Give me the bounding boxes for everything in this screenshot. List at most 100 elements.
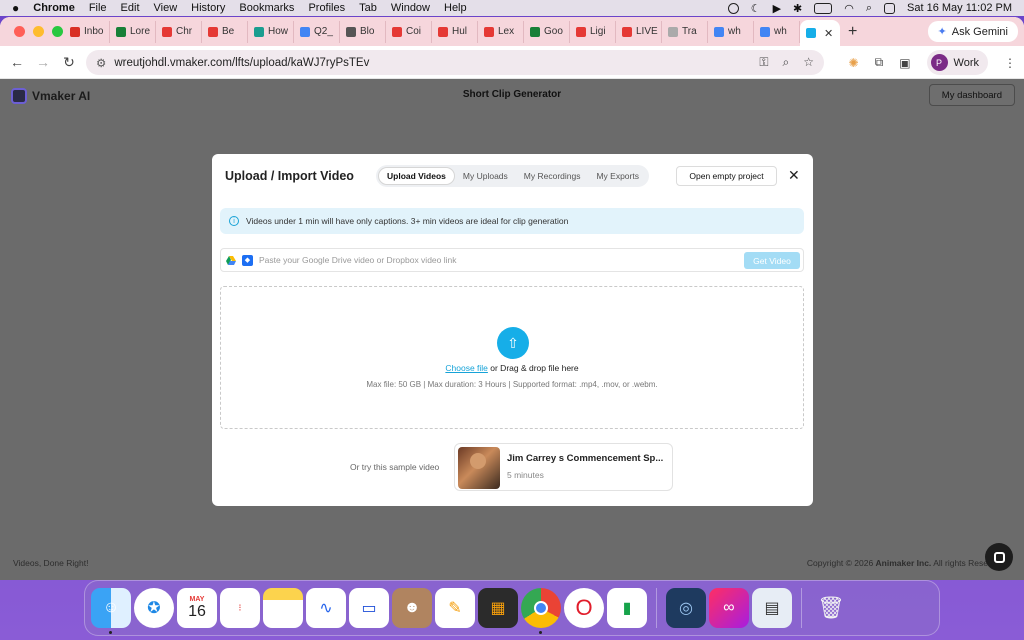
menu-window[interactable]: Window xyxy=(391,2,430,14)
tab-item[interactable]: How xyxy=(248,20,294,43)
reminders-app-icon[interactable]: ⁝ xyxy=(220,588,260,628)
tab-item[interactable]: Q2_ xyxy=(294,20,340,43)
quicktime-app-icon[interactable]: ◎ xyxy=(666,588,706,628)
tab-my-exports[interactable]: My Exports xyxy=(588,167,647,185)
menubar-clock[interactable]: Sat 16 May 11:02 PM xyxy=(907,2,1012,14)
tab-item[interactable]: Inbo xyxy=(64,20,110,43)
tab-favicon-icon xyxy=(576,26,586,37)
tab-list: Inbo Lore Chr Be How Q2_ Blo Coi Hul Lex Goo Ligi LI… xyxy=(64,20,800,43)
tab-my-uploads[interactable]: My Uploads xyxy=(455,167,516,185)
minimize-window-button[interactable] xyxy=(33,26,44,37)
safari-app-icon[interactable]: ✪ xyxy=(134,588,174,628)
zoom-window-button[interactable] xyxy=(52,26,63,37)
choose-file-link[interactable]: Choose file xyxy=(445,363,488,373)
apple-icon[interactable]: ● xyxy=(12,1,19,15)
tab-label: Q2_ xyxy=(314,26,333,37)
open-empty-project-button[interactable]: Open empty project xyxy=(676,166,777,186)
menubar-app-name[interactable]: Chrome xyxy=(33,2,75,14)
tab-item[interactable]: Hul xyxy=(432,20,478,43)
tab-item[interactable]: LIVE xyxy=(616,20,662,43)
moon-icon[interactable]: ☾ xyxy=(751,2,761,15)
control-center-icon[interactable] xyxy=(884,2,896,14)
freeform-app-icon[interactable]: ∿ xyxy=(306,588,346,628)
info-text: Videos under 1 min will have only captio… xyxy=(246,216,569,226)
tab-item[interactable]: Chr xyxy=(156,20,202,43)
tab-item[interactable]: wh xyxy=(754,20,800,43)
search-icon[interactable]: ⌕ xyxy=(866,2,872,15)
menu-help[interactable]: Help xyxy=(444,2,467,14)
tab-item[interactable]: Goo xyxy=(524,20,570,43)
play-icon[interactable]: ▶ xyxy=(773,2,781,15)
sample-video-card[interactable]: Jim Carrey s Commencement Sp... 5 minute… xyxy=(454,443,673,491)
finder-app-icon[interactable]: ☺ xyxy=(91,588,131,634)
tab-label: Be xyxy=(222,26,235,37)
tab-label: How xyxy=(268,26,289,37)
numbers-app-icon[interactable]: ▮ xyxy=(607,588,647,628)
preview-app-icon[interactable]: ▤ xyxy=(752,588,792,628)
chat-support-button[interactable] xyxy=(985,543,1013,571)
tab-item[interactable]: Ligi xyxy=(570,20,616,43)
address-bar[interactable]: ⚙ wreutjohdl.vmaker.com/lfts/upload/kaWJ… xyxy=(86,50,824,75)
tab-item[interactable]: Coi xyxy=(386,20,432,43)
new-tab-button[interactable]: + xyxy=(848,23,857,41)
back-icon[interactable]: ← xyxy=(4,54,30,70)
tab-search-icon[interactable]: ▣ xyxy=(899,56,910,70)
pages-app-icon[interactable]: ✎ xyxy=(435,588,475,628)
url-text[interactable]: wreutjohdl.vmaker.com/lfts/upload/kaWJ7r… xyxy=(114,57,369,69)
calendar-app-icon[interactable]: MAY 16 xyxy=(177,588,217,628)
tab-item[interactable]: wh xyxy=(708,20,754,43)
sample-title: Jim Carrey s Commencement Sp... xyxy=(507,453,664,464)
creative-cloud-app-icon[interactable]: ∞ xyxy=(709,588,749,628)
menu-kebab-icon[interactable]: ⋮ xyxy=(1004,56,1016,70)
get-video-button[interactable]: Get Video xyxy=(744,252,800,269)
profile-button[interactable]: P Work xyxy=(926,50,988,75)
zoom-icon[interactable]: ⌕ xyxy=(783,55,790,70)
close-window-button[interactable] xyxy=(14,26,25,37)
menu-profiles[interactable]: Profiles xyxy=(308,2,345,14)
extensions-puzzle-icon[interactable]: ⧉ xyxy=(875,55,884,70)
trash-icon[interactable]: 🗑 xyxy=(811,588,851,628)
menu-history[interactable]: History xyxy=(191,2,225,14)
bluetooth-icon[interactable]: ✱ xyxy=(793,2,802,15)
notes-app-icon[interactable] xyxy=(263,588,303,628)
bookmark-star-icon[interactable]: ☆ xyxy=(803,55,814,70)
menu-view[interactable]: View xyxy=(154,2,178,14)
menu-file[interactable]: File xyxy=(89,2,107,14)
tab-label: Tra xyxy=(682,26,697,37)
keynote-app-icon[interactable]: ▭ xyxy=(349,588,389,628)
cloud-upload-icon[interactable]: ⇧ xyxy=(497,327,529,359)
tab-item[interactable]: Tra xyxy=(662,20,708,43)
dropzone[interactable]: ⇧ Choose file or Drag & drop file here M… xyxy=(220,286,804,429)
tab-active[interactable]: ✕ xyxy=(800,20,840,46)
video-link-input[interactable]: Paste your Google Drive video or Dropbox… xyxy=(259,255,803,265)
menu-edit[interactable]: Edit xyxy=(121,2,140,14)
contacts-app-icon[interactable]: ☻ xyxy=(392,588,432,628)
reload-icon[interactable]: ↻ xyxy=(56,54,82,71)
tab-my-recordings[interactable]: My Recordings xyxy=(516,167,589,185)
profile-avatar: P xyxy=(930,54,948,71)
calculator-app-icon[interactable]: ▦ xyxy=(478,588,518,628)
ask-gemini-button[interactable]: ✦ Ask Gemini xyxy=(927,21,1018,42)
dropbox-icon: ◆ xyxy=(242,254,253,266)
tab-item[interactable]: Lex xyxy=(478,20,524,43)
key-icon[interactable]: ⚿ xyxy=(759,55,768,70)
menu-bookmarks[interactable]: Bookmarks xyxy=(239,2,294,14)
tab-label: Lore xyxy=(130,26,151,37)
chrome-app-icon[interactable] xyxy=(521,588,561,634)
screen-record-icon[interactable] xyxy=(727,2,739,14)
forward-icon[interactable]: → xyxy=(30,54,56,70)
site-info-icon[interactable]: ⚙ xyxy=(96,56,106,70)
extension-icon[interactable]: ✺ xyxy=(849,56,859,70)
tab-item[interactable]: Be xyxy=(202,20,248,43)
tab-favicon-icon xyxy=(760,26,770,37)
my-dashboard-button[interactable]: My dashboard xyxy=(928,84,1015,106)
modal-close-icon[interactable]: ✕ xyxy=(788,167,800,184)
tab-upload-videos[interactable]: Upload Videos xyxy=(378,167,455,185)
opera-app-icon[interactable]: O xyxy=(564,588,604,628)
close-tab-icon[interactable]: ✕ xyxy=(824,27,833,40)
tab-item[interactable]: Blo xyxy=(340,20,386,43)
tab-item[interactable]: Lore xyxy=(110,20,156,43)
battery-icon[interactable] xyxy=(814,2,833,14)
wifi-icon[interactable]: ◠ xyxy=(844,2,854,15)
menu-tab[interactable]: Tab xyxy=(359,2,377,14)
